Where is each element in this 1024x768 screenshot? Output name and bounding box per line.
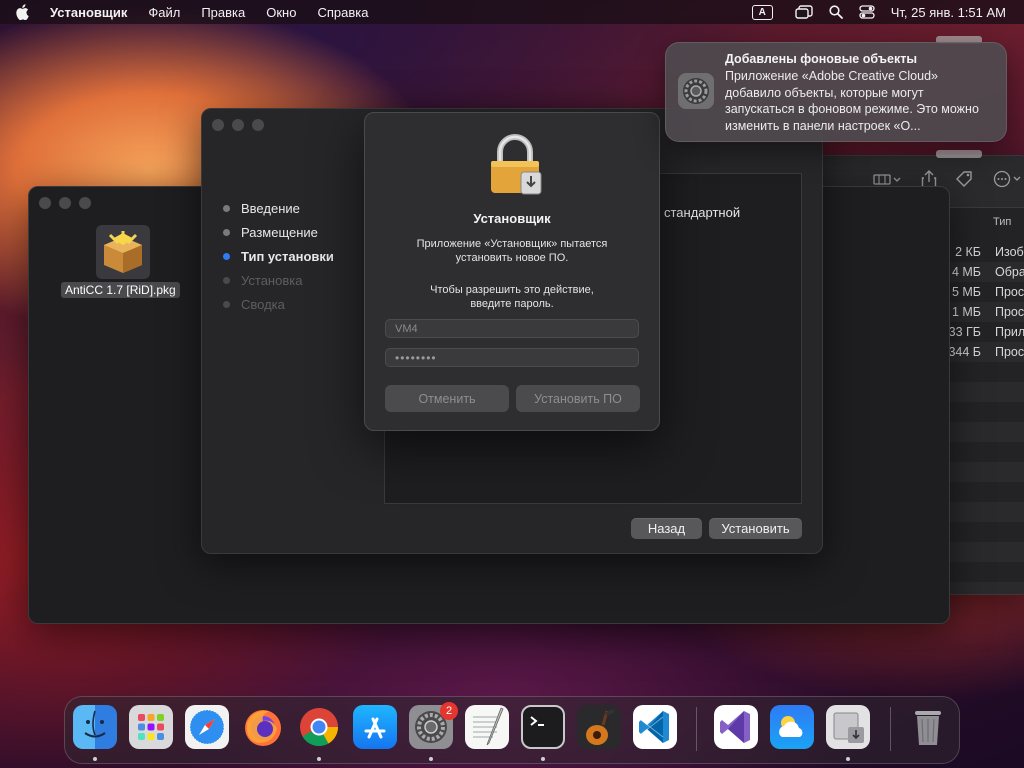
auth-title: Установщик bbox=[473, 211, 551, 226]
running-indicator bbox=[541, 757, 545, 761]
install-button[interactable]: Установить bbox=[709, 518, 802, 539]
auth-instruction: Чтобы разрешить это действие, введите па… bbox=[430, 284, 594, 310]
step-installation: Установка bbox=[222, 268, 334, 292]
minimize-button[interactable] bbox=[59, 197, 71, 209]
notification-title: Добавлены фоновые объекты bbox=[725, 52, 917, 66]
menu-bar: Установщик Файл Правка Окно Справка A Чт… bbox=[0, 0, 1024, 24]
notification-body: Приложение «Adobe Creative Cloud» добави… bbox=[725, 69, 979, 133]
menu-app-name[interactable]: Установщик bbox=[50, 5, 127, 20]
chrome-icon[interactable] bbox=[297, 705, 341, 749]
finder-icon[interactable] bbox=[73, 705, 117, 749]
weather-icon[interactable] bbox=[770, 705, 814, 749]
dock-separator bbox=[890, 707, 891, 751]
minimize-button[interactable] bbox=[232, 119, 244, 131]
dock-separator bbox=[696, 707, 697, 751]
zoom-button[interactable] bbox=[79, 197, 91, 209]
package-file-label[interactable]: AntiCC 1.7 [RiD].pkg bbox=[61, 282, 180, 298]
window-controls bbox=[39, 197, 91, 209]
installer-steps: Введение Размещение Тип установки Устано… bbox=[222, 196, 334, 316]
trash-icon[interactable] bbox=[906, 705, 950, 749]
installer-content-text: стандартной bbox=[664, 205, 741, 220]
menu-clock[interactable]: Чт, 25 янв. 1:51 AM bbox=[891, 5, 1006, 20]
package-file-icon[interactable] bbox=[96, 225, 150, 279]
column-header-kind[interactable]: Тип bbox=[993, 216, 1011, 228]
close-button[interactable] bbox=[39, 197, 51, 209]
auth-message: Приложение «Установщик» пытается установ… bbox=[416, 238, 608, 264]
terminal-icon[interactable] bbox=[521, 705, 565, 749]
window-controls bbox=[212, 119, 264, 131]
firefox-icon[interactable] bbox=[241, 705, 285, 749]
menu-help[interactable]: Справка bbox=[317, 5, 368, 20]
launchpad-icon[interactable] bbox=[129, 705, 173, 749]
menu-window[interactable]: Окно bbox=[266, 5, 296, 20]
apple-menu-icon[interactable] bbox=[14, 4, 30, 20]
notification-badge: 2 bbox=[440, 702, 458, 720]
running-indicator bbox=[846, 757, 850, 761]
menu-file[interactable]: Файл bbox=[148, 5, 180, 20]
step-introduction: Введение bbox=[222, 196, 334, 220]
visual-studio-icon[interactable] bbox=[714, 705, 758, 749]
vscode-icon[interactable] bbox=[633, 705, 677, 749]
menu-edit[interactable]: Правка bbox=[201, 5, 245, 20]
tag-icon[interactable] bbox=[955, 170, 975, 191]
installer-dock-icon[interactable] bbox=[826, 705, 870, 749]
garageband-icon[interactable] bbox=[577, 705, 621, 749]
app-store-icon[interactable] bbox=[353, 705, 397, 749]
step-summary: Сводка bbox=[222, 292, 334, 316]
safari-icon[interactable] bbox=[185, 705, 229, 749]
running-indicator bbox=[317, 757, 321, 761]
username-field[interactable]: VM4 bbox=[385, 319, 639, 338]
install-software-button[interactable]: Установить ПО bbox=[516, 385, 640, 412]
spotlight-search-icon[interactable] bbox=[829, 5, 843, 19]
back-button[interactable]: Назад bbox=[631, 518, 702, 539]
password-field[interactable]: •••••••• bbox=[385, 348, 639, 367]
system-settings-icon bbox=[678, 73, 714, 109]
step-destination: Размещение bbox=[222, 220, 334, 244]
lock-icon bbox=[487, 134, 543, 196]
more-actions-icon[interactable] bbox=[993, 170, 1023, 191]
zoom-button[interactable] bbox=[252, 119, 264, 131]
step-installation-type: Тип установки bbox=[222, 244, 334, 268]
close-button[interactable] bbox=[212, 119, 224, 131]
input-source-icon[interactable]: A bbox=[751, 4, 773, 20]
running-indicator bbox=[93, 757, 97, 761]
running-indicator bbox=[429, 757, 433, 761]
control-center-icon[interactable] bbox=[859, 5, 875, 19]
cancel-button[interactable]: Отменить bbox=[385, 385, 509, 412]
notification-stack-edge bbox=[936, 150, 982, 158]
stage-manager-icon[interactable] bbox=[795, 5, 813, 19]
textedit-icon[interactable] bbox=[465, 705, 509, 749]
